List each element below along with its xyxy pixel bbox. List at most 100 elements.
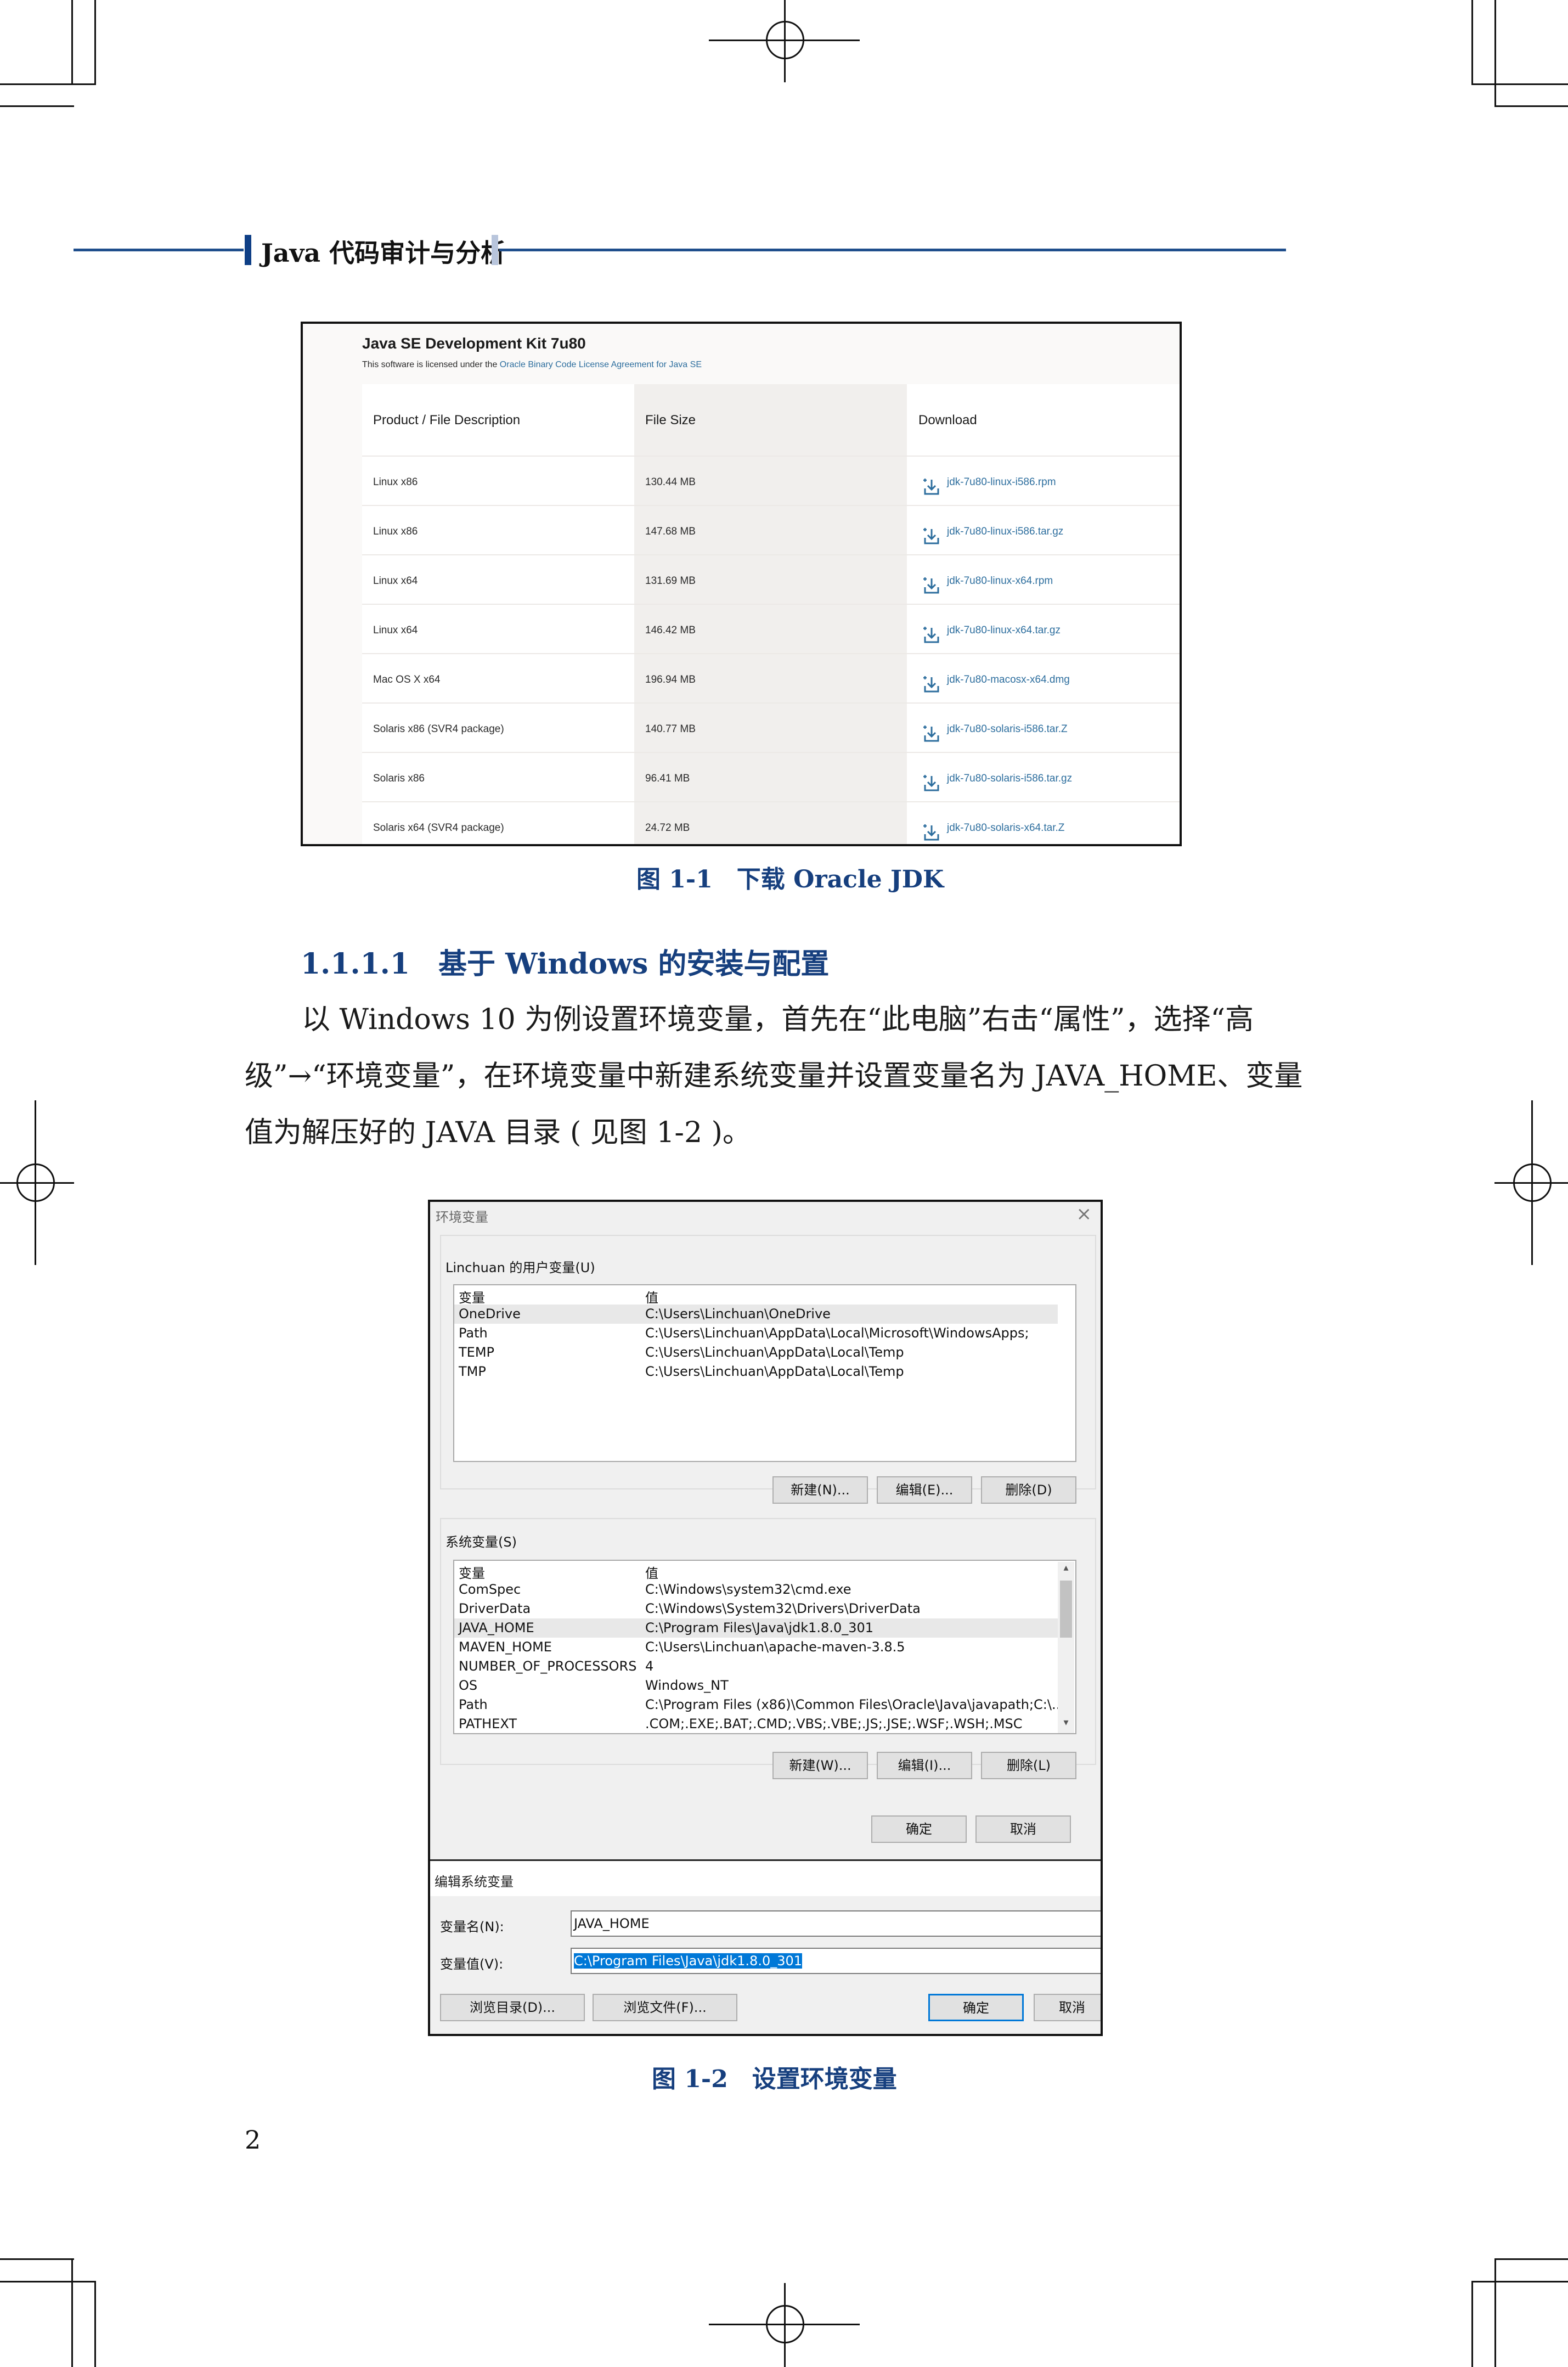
download-icon bbox=[923, 726, 939, 742]
variable-value: C:\Windows\System32\Drivers\DriverData bbox=[645, 1601, 921, 1616]
list-item[interactable]: TEMP C:\Users\Linchuan\AppData\Local\Temp bbox=[454, 1343, 1058, 1362]
edit-ok-button[interactable]: 确定 bbox=[928, 1994, 1024, 2021]
product-cell: Linux x86 bbox=[373, 476, 418, 488]
list-item[interactable]: JAVA_HOME C:\Program Files\Java\jdk1.8.0_… bbox=[454, 1618, 1058, 1638]
download-table: Product / File Description File Size Dow… bbox=[362, 384, 1180, 844]
variable-name: DriverData bbox=[459, 1601, 531, 1616]
variable-name: ComSpec bbox=[459, 1582, 521, 1597]
list-item[interactable]: ComSpec C:\Windows\system32\cmd.exe bbox=[454, 1580, 1058, 1599]
product-cell: Linux x64 bbox=[373, 625, 418, 636]
list-item[interactable]: Path C:\Program Files (x86)\Common Files\… bbox=[454, 1695, 1064, 1714]
paragraph-line-2: 级”→“环境变量”，在环境变量中新建系统变量并设置变量名为 JAVA_HOME、… bbox=[245, 1060, 1303, 1093]
size-cell: 96.41 MB bbox=[645, 773, 690, 784]
variable-name-label: 变量名(N): bbox=[440, 1919, 504, 1935]
download-link[interactable]: jdk-7u80-linux-i586.rpm bbox=[947, 476, 1056, 488]
user-delete-button[interactable]: 删除(D) bbox=[981, 1476, 1076, 1504]
table-row: Mac OS X x64 196.94 MB jdk-7u80-macosx-x64… bbox=[362, 653, 1180, 702]
variable-value-label: 变量值(V): bbox=[440, 1956, 504, 1972]
variable-name: JAVA_HOME bbox=[459, 1620, 534, 1635]
environment-variables-window: 环境变量 × Linchuan 的用户变量(U) 变量 值 OneDrive C:… bbox=[428, 1200, 1103, 2036]
variable-name: MAVEN_HOME bbox=[459, 1639, 552, 1655]
download-link[interactable]: jdk-7u80-linux-i586.tar.gz bbox=[947, 526, 1063, 538]
scroll-thumb[interactable] bbox=[1060, 1581, 1072, 1638]
page-number: 2 bbox=[245, 2125, 261, 2155]
download-link[interactable]: jdk-7u80-linux-x64.tar.gz bbox=[947, 625, 1061, 637]
system-delete-button[interactable]: 删除(L) bbox=[981, 1752, 1076, 1779]
download-icon bbox=[923, 479, 939, 495]
browse-directory-button[interactable]: 浏览目录(D)... bbox=[440, 1994, 585, 2021]
size-cell: 24.72 MB bbox=[645, 822, 690, 834]
download-link[interactable]: jdk-7u80-macosx-x64.dmg bbox=[947, 674, 1070, 686]
table-row: Linux x86 130.44 MB jdk-7u80-linux-i586.rp… bbox=[362, 456, 1180, 505]
user-edit-button[interactable]: 编辑(E)... bbox=[877, 1476, 972, 1504]
table-row: Solaris x86 (SVR4 package) 140.77 MB jdk-7… bbox=[362, 702, 1180, 752]
table-row: Solaris x64 (SVR4 package) 24.72 MB jdk-7u… bbox=[362, 801, 1180, 844]
user-new-button[interactable]: 新建(N)... bbox=[772, 1476, 868, 1504]
product-cell: Solaris x86 bbox=[373, 773, 425, 784]
list-item[interactable]: MAVEN_HOME C:\Users\Linchuan\apache-maven… bbox=[454, 1638, 1058, 1657]
list-item[interactable]: NUMBER_OF_PROCESSORS 4 bbox=[454, 1657, 1058, 1676]
download-link[interactable]: jdk-7u80-solaris-x64.tar.Z bbox=[947, 822, 1064, 834]
system-variables-list[interactable]: 变量 值 ComSpec C:\Windows\system32\cmd.exe D… bbox=[453, 1560, 1076, 1734]
variable-value: C:\Users\Linchuan\AppData\Local\Temp bbox=[645, 1345, 904, 1360]
variable-name: Path bbox=[459, 1325, 488, 1341]
close-icon[interactable]: × bbox=[1076, 1203, 1092, 1225]
section-title: 1.1.1.1 基于 Windows 的安装与配置 bbox=[301, 947, 830, 981]
list-item[interactable]: TMP C:\Users\Linchuan\AppData\Local\Temp bbox=[454, 1362, 1058, 1381]
system-list-scrollbar[interactable]: ▴ ▾ bbox=[1058, 1562, 1074, 1733]
browse-file-button[interactable]: 浏览文件(F)... bbox=[593, 1994, 737, 2021]
col-header-product: Product / File Description bbox=[373, 413, 521, 428]
license-text: This software is licensed under the Orac… bbox=[362, 360, 702, 369]
figure-oracle-jdk-download: Java SE Development Kit 7u80 This softwa… bbox=[301, 322, 1182, 846]
download-icon bbox=[923, 824, 939, 841]
header-bar-left bbox=[245, 235, 251, 265]
list-item[interactable]: OneDrive C:\Users\Linchuan\OneDrive bbox=[454, 1305, 1058, 1324]
variable-name: PATHEXT bbox=[459, 1716, 517, 1731]
product-cell: Linux x86 bbox=[373, 526, 418, 537]
download-link[interactable]: jdk-7u80-solaris-i586.tar.gz bbox=[947, 773, 1072, 785]
download-icon bbox=[923, 775, 939, 791]
book-title: Java 代码审计与分析 bbox=[261, 238, 506, 268]
product-cell: Mac OS X x64 bbox=[373, 674, 441, 685]
product-cell: Solaris x64 (SVR4 package) bbox=[373, 822, 504, 834]
download-link[interactable]: jdk-7u80-linux-x64.rpm bbox=[947, 575, 1053, 587]
size-cell: 131.69 MB bbox=[645, 575, 696, 587]
download-icon bbox=[923, 577, 939, 594]
variable-name-input[interactable]: JAVA_HOME bbox=[571, 1910, 1101, 1937]
ok-button[interactable]: 确定 bbox=[871, 1815, 967, 1843]
window-title: 环境变量 bbox=[436, 1210, 488, 1225]
header-bar-right bbox=[492, 235, 498, 265]
figure-1-1-caption: 图 1-1 下载 Oracle JDK bbox=[636, 865, 944, 893]
edit-cancel-button[interactable]: 取消 bbox=[1034, 1994, 1101, 2021]
figure-1-2-caption: 图 1-2 设置环境变量 bbox=[652, 2065, 897, 2093]
variable-name: TMP bbox=[459, 1364, 486, 1379]
product-cell: Solaris x86 (SVR4 package) bbox=[373, 723, 504, 735]
variable-name: OS bbox=[459, 1678, 478, 1693]
user-variables-list[interactable]: 变量 值 OneDrive C:\Users\Linchuan\OneDrive P… bbox=[453, 1284, 1076, 1462]
table-row: Linux x86 147.68 MB jdk-7u80-linux-i586.ta… bbox=[362, 505, 1180, 554]
variable-name: Path bbox=[459, 1697, 488, 1712]
list-item[interactable]: PATHEXT .COM;.EXE;.BAT;.CMD;.VBS;.VBE;.JS… bbox=[454, 1714, 1058, 1733]
scroll-down-icon[interactable]: ▾ bbox=[1058, 1717, 1074, 1728]
size-cell: 130.44 MB bbox=[645, 476, 696, 488]
variable-value-input[interactable]: C:\Program Files\Java\jdk1.8.0_301 bbox=[571, 1948, 1101, 1974]
license-link[interactable]: Oracle Binary Code License Agreement for… bbox=[500, 360, 702, 369]
list-item[interactable]: DriverData C:\Windows\System32\Drivers\Dr… bbox=[454, 1599, 1058, 1618]
scroll-up-icon[interactable]: ▴ bbox=[1058, 1562, 1074, 1573]
user-variables-label: Linchuan 的用户变量(U) bbox=[445, 1260, 595, 1275]
system-new-button[interactable]: 新建(W)... bbox=[772, 1752, 868, 1779]
size-cell: 140.77 MB bbox=[645, 723, 696, 735]
edit-system-variable-dialog: 编辑系统变量 变量名(N): JAVA_HOME 变量值(V): C:\Prog… bbox=[430, 1859, 1101, 2034]
variable-value: C:\Users\Linchuan\AppData\Local\Microsof… bbox=[645, 1325, 1029, 1341]
download-icon bbox=[923, 528, 939, 544]
download-icon bbox=[923, 627, 939, 643]
variable-value: C:\Users\Linchuan\apache-maven-3.8.5 bbox=[645, 1639, 905, 1655]
variable-value: C:\Windows\system32\cmd.exe bbox=[645, 1582, 851, 1597]
cancel-button[interactable]: 取消 bbox=[975, 1815, 1071, 1843]
list-item[interactable]: Path C:\Users\Linchuan\AppData\Local\Micr… bbox=[454, 1324, 1058, 1343]
selected-value-text: C:\Program Files\Java\jdk1.8.0_301 bbox=[574, 1953, 803, 1969]
system-edit-button[interactable]: 编辑(I)... bbox=[877, 1752, 972, 1779]
jdk-title: Java SE Development Kit 7u80 bbox=[362, 335, 586, 352]
download-link[interactable]: jdk-7u80-solaris-i586.tar.Z bbox=[947, 723, 1068, 735]
list-item[interactable]: OS Windows_NT bbox=[454, 1676, 1058, 1695]
